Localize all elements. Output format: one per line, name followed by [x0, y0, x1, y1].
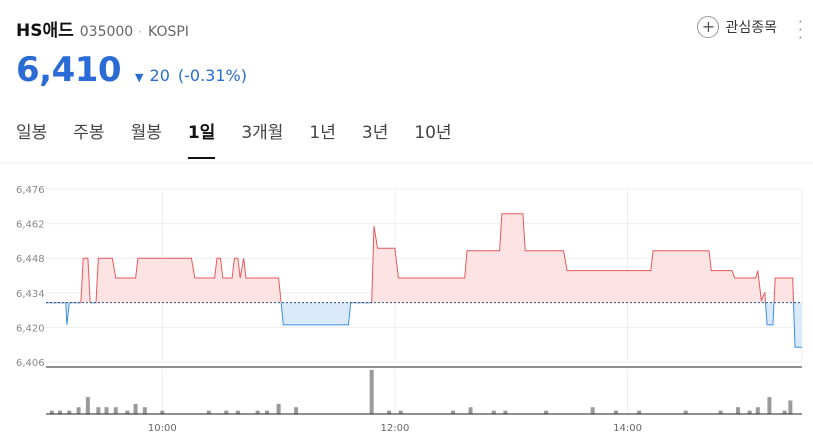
volume-bar — [125, 410, 130, 414]
volume-bar — [276, 403, 281, 414]
volume-bar — [67, 410, 72, 414]
change-amount: 20 — [149, 66, 170, 85]
volume-bar — [85, 397, 90, 414]
price-row: 6,410 ▼ 20 (-0.31%) — [16, 50, 247, 90]
volume-bar — [57, 410, 62, 414]
separator-dot-icon: · — [138, 25, 143, 39]
volume-bar — [747, 410, 752, 414]
volume-bar — [718, 410, 723, 414]
volume-bar — [264, 410, 269, 414]
volume-bar — [104, 407, 109, 414]
y-tick-label: 6,420 — [16, 323, 45, 334]
volume-bar — [788, 400, 793, 414]
stock-code: 035000 — [79, 24, 134, 40]
volume-bar — [76, 407, 81, 414]
volume-bar — [736, 407, 741, 414]
volume-bar — [96, 407, 101, 414]
vertical-dots-icon[interactable]: · · · — [798, 14, 803, 46]
volume-bar — [767, 397, 772, 414]
volume-bar — [503, 410, 508, 414]
volume-bar — [160, 410, 165, 414]
volume-bar — [369, 370, 374, 414]
price-change: ▼ 20 (-0.31%) — [135, 66, 247, 85]
tab-3year[interactable]: 3년 — [362, 118, 388, 159]
stock-market: KOSPI — [148, 24, 189, 40]
price-chart[interactable]: 6,476 6,462 6,448 6,434 6,420 6,406 10:00 12:00… — [0, 160, 813, 443]
volume-bar — [782, 410, 787, 414]
tab-1year[interactable]: 1년 — [309, 118, 335, 159]
volume-bar — [755, 407, 760, 414]
add-favorite-button[interactable]: + 관심종목 — [697, 16, 777, 38]
volume-bar — [683, 410, 688, 414]
volume-bar — [613, 410, 618, 414]
volume-bar — [451, 410, 456, 414]
volume-bar — [49, 410, 54, 414]
tab-3month[interactable]: 3개월 — [241, 118, 283, 159]
x-tick-label: 12:00 — [381, 423, 410, 434]
change-percent: (-0.31%) — [177, 66, 247, 85]
y-tick-label: 6,406 — [16, 358, 45, 369]
volume-bar — [142, 407, 147, 414]
volume-bar — [637, 410, 642, 414]
period-tabs: 일봉 주봉 월봉 1일 3개월 1년 3년 10년 — [16, 118, 478, 159]
volume-bar — [206, 410, 211, 414]
tab-1day[interactable]: 1일 — [187, 118, 216, 159]
current-price: 6,410 — [16, 50, 122, 90]
volume-bar — [387, 410, 392, 414]
triangle-down-icon: ▼ — [135, 71, 144, 84]
tab-monthly[interactable]: 월봉 — [131, 118, 162, 159]
volume-bar — [590, 407, 595, 414]
volume-bar — [294, 407, 299, 414]
volume-bar — [398, 410, 403, 414]
volume-bar — [133, 403, 138, 414]
volume-bar — [224, 410, 229, 414]
x-tick-label: 10:00 — [148, 423, 177, 434]
tab-10year[interactable]: 10년 — [414, 118, 451, 159]
stock-name: HS애드 — [16, 21, 74, 41]
favorite-label: 관심종목 — [725, 20, 777, 36]
volume-bar — [113, 407, 118, 414]
volume-bar — [255, 410, 260, 414]
y-tick-label: 6,476 — [16, 185, 45, 196]
x-tick-label: 14:00 — [613, 423, 642, 434]
y-tick-label: 6,434 — [16, 289, 45, 300]
tab-weekly[interactable]: 주봉 — [73, 118, 104, 159]
volume-bar — [491, 410, 496, 414]
volume-bar — [468, 407, 473, 414]
tab-daily[interactable]: 일봉 — [16, 118, 47, 159]
stock-header: HS애드 035000 · KOSPI — [16, 16, 189, 41]
y-tick-label: 6,462 — [16, 220, 45, 231]
y-tick-label: 6,448 — [16, 254, 45, 265]
plus-circle-icon: + — [697, 16, 720, 38]
volume-bar — [544, 410, 549, 414]
volume-bar — [235, 410, 240, 414]
